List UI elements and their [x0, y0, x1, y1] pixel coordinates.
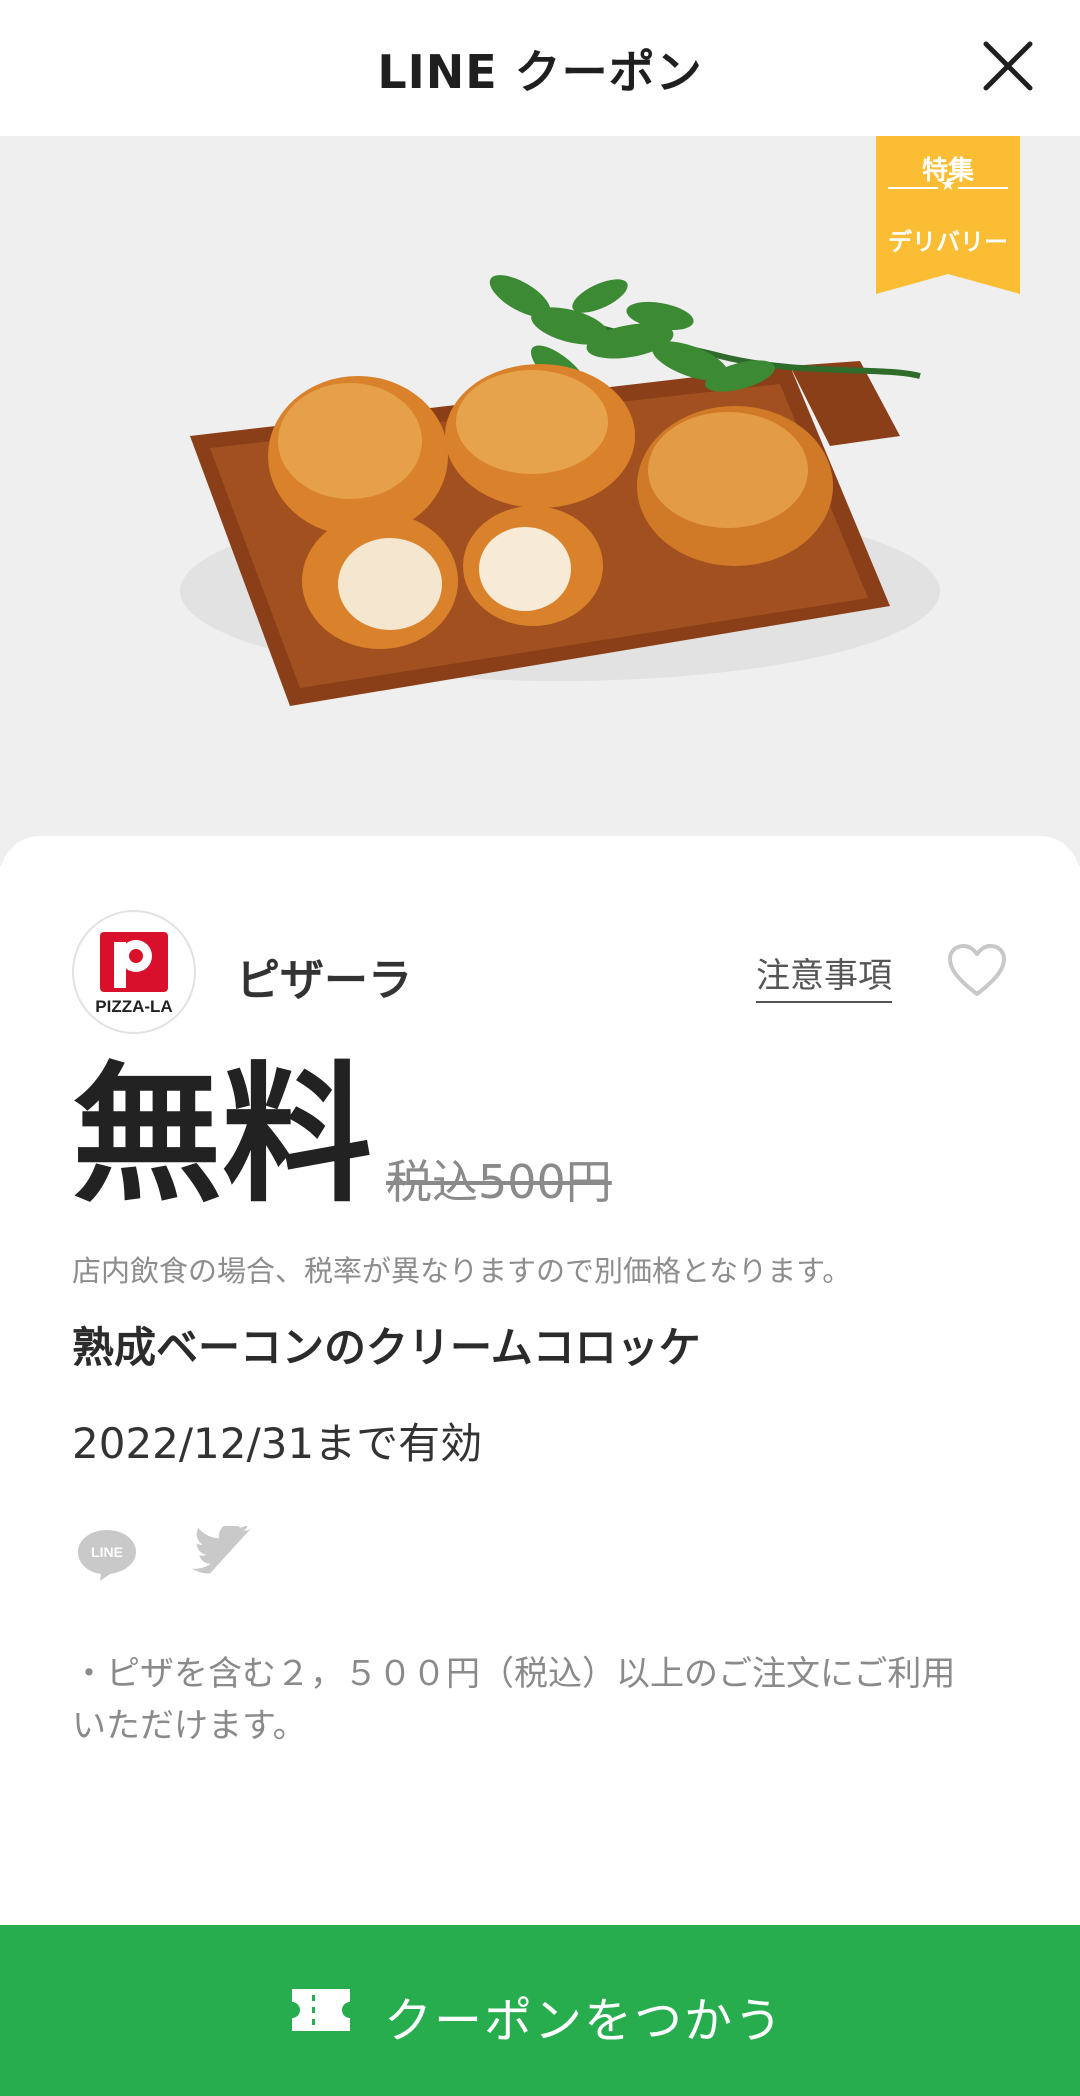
close-icon — [983, 41, 1033, 91]
tax-note: 店内飲食の場合、税率が異なりますので別価格となります。 — [72, 1254, 852, 1288]
favorite-button[interactable] — [946, 942, 1008, 998]
shop-logo: PIZZA-LA — [72, 910, 196, 1034]
hero-image: 特集 ★ デリバリー — [0, 136, 1080, 866]
notes-link[interactable]: 注意事項 — [756, 948, 892, 1003]
product-name: 熟成ベーコンのクリームコロッケ — [72, 1323, 701, 1372]
use-coupon-label: クーポンをつかう — [384, 1993, 785, 2049]
header-bar: LINE クーポン — [0, 0, 1080, 136]
line-icon: LINE — [78, 1530, 136, 1581]
pizzala-logo-icon: PIZZA-LA — [95, 932, 173, 1016]
original-price: 税込500円 — [386, 1155, 612, 1209]
coupon-page: LINE クーポン 特集 ★ デリバリー PIZZA-LA ピザーラ 注意事項 … — [0, 0, 1080, 2096]
badge-star: ★ — [939, 174, 957, 195]
use-coupon-button[interactable]: クーポンをつかう — [0, 1925, 1080, 2096]
feature-badge: 特集 ★ デリバリー — [876, 136, 1020, 294]
svg-text:LINE: LINE — [91, 1544, 123, 1560]
heart-icon — [948, 944, 1006, 996]
badge-bottom-label: デリバリー — [888, 228, 1008, 256]
ticket-icon — [292, 1989, 350, 2031]
share-line-button[interactable]: LINE — [74, 1526, 140, 1582]
shop-name: ピザーラ — [236, 955, 412, 1006]
usage-condition: ・ピザを含む２，５００円（税込）以上のご注文にご利用 いただけます。 — [72, 1648, 1012, 1752]
share-twitter-button[interactable] — [188, 1523, 254, 1582]
condition-line-1: ・ピザを含む２，５００円（税込）以上のご注文にご利用 — [72, 1654, 956, 1694]
coupon-card: PIZZA-LA ピザーラ 注意事項 無料 税込500円 店内飲食の場合、税率が… — [0, 836, 1080, 1926]
page-title: LINE クーポン — [377, 45, 703, 99]
condition-line-2: いただけます。 — [72, 1706, 307, 1746]
logo-text: PIZZA-LA — [95, 997, 172, 1016]
twitter-icon — [190, 1523, 251, 1574]
price-label: 無料 — [72, 1049, 373, 1223]
validity-date: 2022/12/31まで有効 — [72, 1419, 483, 1468]
close-button[interactable] — [980, 38, 1036, 94]
